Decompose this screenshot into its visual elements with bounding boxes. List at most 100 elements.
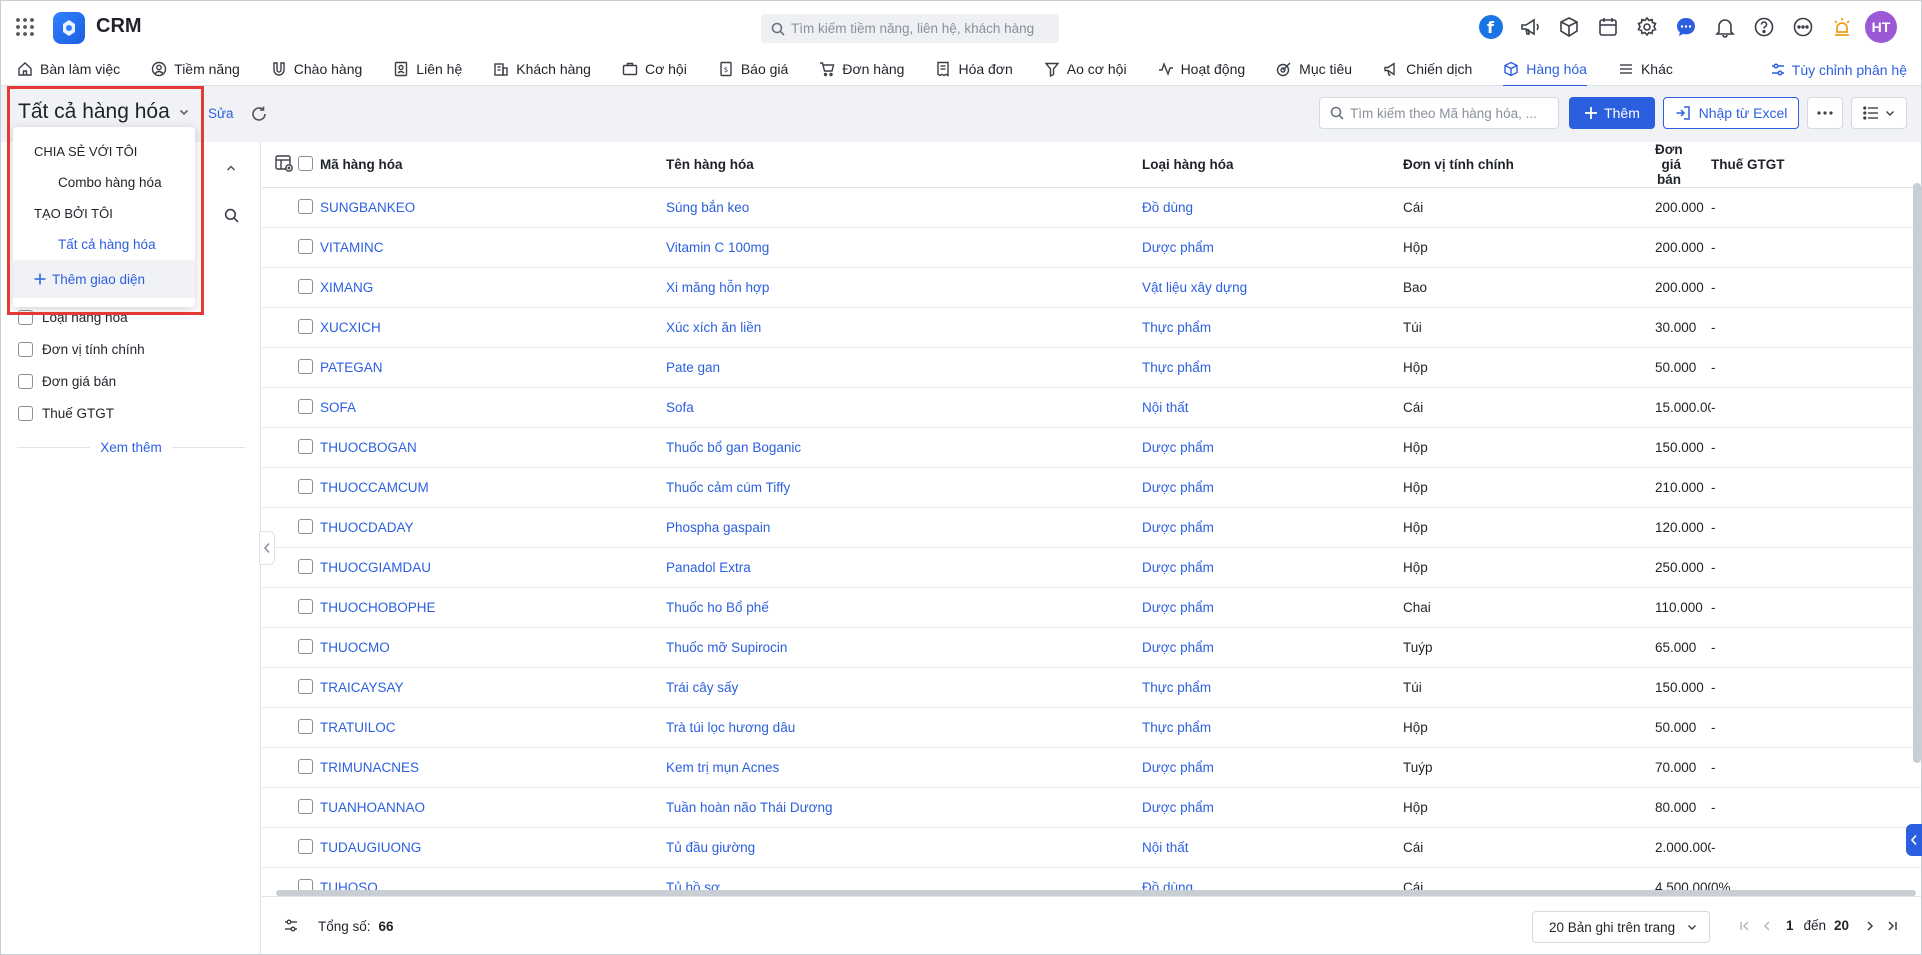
table-row[interactable]: THUOCDADAY Phospha gaspain Dược phẩm Hộp 120…	[262, 507, 1921, 548]
table-row[interactable]: VITAMINC Vitamin C 100mg Dược phẩm Hộp 200.0…	[262, 227, 1921, 268]
row-checkbox[interactable]	[298, 558, 313, 574]
column-settings-icon[interactable]	[274, 153, 294, 173]
column-header[interactable]: Đơn vị tính chính	[1403, 142, 1655, 188]
row-checkbox[interactable]	[298, 398, 313, 414]
row-checkbox[interactable]	[298, 358, 313, 374]
product-type-link[interactable]: Thực phẩm	[1142, 667, 1403, 708]
nav-item-hoat-dong[interactable]: Hoạt động	[1158, 53, 1245, 86]
view-type-button[interactable]	[1851, 97, 1907, 129]
product-name-link[interactable]: Pate gan	[666, 347, 1142, 388]
nav-item-tiem-nang[interactable]: Tiềm năng	[151, 53, 240, 86]
table-row[interactable]: TRATUILOC Trà túi lọc hương dâu Thực phẩm H…	[262, 707, 1921, 748]
table-row[interactable]: TRAICAYSAY Trái cây sấy Thực phẩm Túi 150.00…	[262, 667, 1921, 708]
lamp-icon[interactable]	[1822, 12, 1861, 42]
chat-icon[interactable]	[1666, 12, 1705, 42]
row-checkbox[interactable]	[298, 278, 313, 294]
product-type-link[interactable]: Dược phẩm	[1142, 227, 1403, 268]
crm-logo-icon[interactable]	[53, 12, 85, 44]
nav-item-muc-tieu[interactable]: Mục tiêu	[1276, 53, 1352, 86]
product-code-link[interactable]: THUOCBOGAN	[320, 427, 666, 468]
next-page-icon[interactable]	[1859, 920, 1881, 932]
calendar-icon[interactable]	[1588, 12, 1627, 42]
nav-item-don-hang[interactable]: Đơn hàng	[819, 53, 904, 86]
edit-view-link[interactable]: Sửa	[208, 106, 234, 121]
product-code-link[interactable]: TRATUILOC	[320, 707, 666, 748]
product-name-link[interactable]: Thuốc mỡ Supirocin	[666, 627, 1142, 668]
panel-toggle-button[interactable]	[259, 531, 275, 565]
column-header[interactable]: Tên hàng hóa	[666, 142, 1142, 188]
filter-checkbox[interactable]	[18, 374, 33, 389]
nav-item-khach-hang[interactable]: Khách hàng	[493, 53, 591, 86]
product-type-link[interactable]: Dược phẩm	[1142, 587, 1403, 628]
apps-grid-icon[interactable]	[15, 17, 35, 37]
row-checkbox[interactable]	[298, 318, 313, 334]
product-code-link[interactable]: TUDAUGIUONG	[320, 827, 666, 868]
product-type-link[interactable]: Đồ dùng	[1142, 187, 1403, 228]
row-checkbox[interactable]	[298, 238, 313, 254]
product-name-link[interactable]: Trà túi lọc hương dâu	[666, 707, 1142, 748]
import-excel-button[interactable]: Nhập từ Excel	[1663, 97, 1799, 129]
product-code-link[interactable]: THUOCGIAMDAU	[320, 547, 666, 588]
row-checkbox[interactable]	[298, 798, 313, 814]
table-row[interactable]: SOFASofaNội thấtCái15.000.000-	[262, 387, 1921, 428]
product-type-link[interactable]: Thực phẩm	[1142, 307, 1403, 348]
row-checkbox[interactable]	[298, 678, 313, 694]
row-checkbox[interactable]	[298, 478, 313, 494]
help-icon[interactable]	[1744, 12, 1783, 42]
table-row[interactable]: THUOCHOBOPHE Thuốc ho Bổ phế Dược phẩm Chai…	[262, 587, 1921, 628]
first-page-icon[interactable]	[1734, 920, 1756, 932]
select-all-checkbox[interactable]	[298, 155, 313, 171]
row-checkbox[interactable]	[298, 438, 313, 454]
column-header[interactable]: Đơn giá bán	[1655, 142, 1711, 188]
product-name-link[interactable]: Xi măng hỗn hợp	[666, 267, 1142, 308]
row-checkbox[interactable]	[298, 598, 313, 614]
product-code-link[interactable]: XUCXICH	[320, 307, 666, 348]
product-name-link[interactable]: Thuốc ho Bổ phế	[666, 587, 1142, 628]
filter-option[interactable]: Đơn vị tính chính	[18, 342, 145, 357]
product-code-link[interactable]: THUOCMO	[320, 627, 666, 668]
last-page-icon[interactable]	[1881, 920, 1903, 932]
page-size-select[interactable]: 20 Bản ghi trên trang	[1532, 911, 1710, 943]
product-type-link[interactable]: Thực phẩm	[1142, 707, 1403, 748]
filter-checkbox[interactable]	[18, 310, 33, 325]
prev-page-icon[interactable]	[1756, 920, 1778, 932]
product-code-link[interactable]: SUNGBANKEO	[320, 187, 666, 228]
product-name-link[interactable]: Trái cây sấy	[666, 667, 1142, 708]
product-name-link[interactable]: Vitamin C 100mg	[666, 227, 1142, 268]
table-row[interactable]: THUOCCAMCUM Thuốc cảm cúm Tiffy Dược phẩm H…	[262, 467, 1921, 508]
product-name-link[interactable]: Kem trị mụn Acnes	[666, 747, 1142, 788]
user-avatar[interactable]: HT	[1865, 11, 1897, 43]
table-row[interactable]: TUDAUGIUONG Tủ đầu giường Nội thất Cái 2.000…	[262, 827, 1921, 868]
product-code-link[interactable]: PATEGAN	[320, 347, 666, 388]
product-name-link[interactable]: Súng bắn keo	[666, 187, 1142, 228]
product-code-link[interactable]: THUOCHOBOPHE	[320, 587, 666, 628]
product-code-link[interactable]: TRAICAYSAY	[320, 667, 666, 708]
more-icon[interactable]	[1783, 12, 1822, 42]
product-search-input[interactable]: Tìm kiếm theo Mã hàng hóa, ...	[1319, 97, 1559, 129]
column-header[interactable]: Mã hàng hóa	[320, 142, 666, 188]
product-type-link[interactable]: Nội thất	[1142, 827, 1403, 868]
dropdown-item-combo[interactable]: Combo hàng hóa	[58, 175, 162, 190]
add-view-button[interactable]: Thêm giao diện	[13, 260, 195, 298]
product-type-link[interactable]: Vật liệu xây dựng	[1142, 267, 1403, 308]
megaphone-icon[interactable]	[1510, 12, 1549, 42]
product-code-link[interactable]: VITAMINC	[320, 227, 666, 268]
product-name-link[interactable]: Xúc xích ăn liền	[666, 307, 1142, 348]
product-type-link[interactable]: Thực phẩm	[1142, 347, 1403, 388]
nav-item-khac[interactable]: Khác	[1618, 53, 1673, 86]
product-code-link[interactable]: THUOCCAMCUM	[320, 467, 666, 508]
table-row[interactable]: THUOCMO Thuốc mỡ Supirocin Dược phẩm Tuýp 65…	[262, 627, 1921, 668]
product-code-link[interactable]: TUANHOANNAO	[320, 787, 666, 828]
filter-checkbox[interactable]	[18, 406, 33, 421]
vertical-scrollbar[interactable]	[1913, 183, 1921, 763]
table-row[interactable]: XIMANG Xi măng hỗn hợp Vật liệu xây dựng Ba…	[262, 267, 1921, 308]
nav-item-ban-lam-viec[interactable]: Bàn làm việc	[17, 53, 120, 86]
table-row[interactable]: THUOCBOGAN Thuốc bổ gan Boganic Dược phẩm H…	[262, 427, 1921, 468]
nav-item-hoa-don[interactable]: Hóa đơn	[935, 53, 1013, 86]
product-name-link[interactable]: Phospha gaspain	[666, 507, 1142, 548]
product-type-link[interactable]: Dược phẩm	[1142, 787, 1403, 828]
product-code-link[interactable]: XIMANG	[320, 267, 666, 308]
search-icon[interactable]	[224, 208, 239, 223]
nav-item-ao-co-hoi[interactable]: Ao cơ hội	[1044, 53, 1127, 86]
column-header[interactable]: Thuế GTGT	[1711, 142, 1921, 188]
